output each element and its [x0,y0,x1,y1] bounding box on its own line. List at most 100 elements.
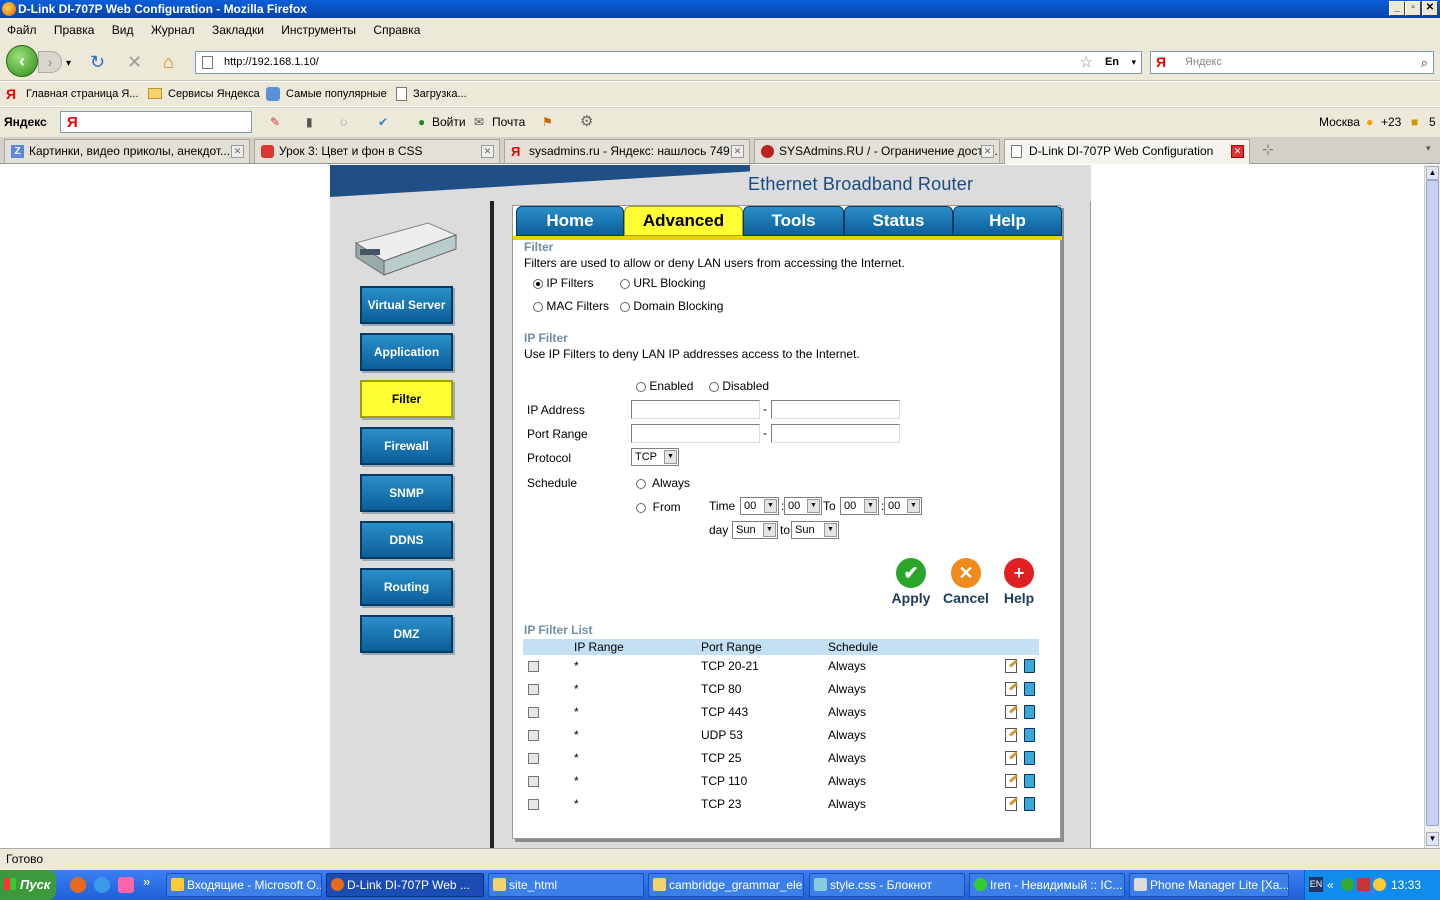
edit-icon[interactable] [1005,682,1017,696]
scroll-up-icon[interactable]: ▲ [1426,166,1439,180]
ip-filters-option[interactable]: IP Filters [533,276,593,290]
row-checkbox[interactable] [528,776,539,787]
domain-blocking-option[interactable]: Domain Blocking [620,299,723,313]
menu-view[interactable]: Вид [112,23,134,37]
edit-icon[interactable] [1005,659,1017,673]
menu-tools[interactable]: Инструменты [281,23,356,37]
search-engine-icon[interactable]: Я [1156,52,1166,73]
trash-icon[interactable] [1024,659,1035,673]
bookmark-star-icon[interactable]: ☆ [1080,52,1093,73]
taskbar-firefox[interactable]: D-Link DI-707P Web ... [326,873,484,897]
end-hour-select[interactable]: 00 ▼ [840,497,879,515]
from-radio[interactable] [636,502,646,513]
menu-file[interactable]: Файл [7,23,37,37]
spellcheck-icon[interactable]: ✔ [378,108,388,136]
port-end-input[interactable] [771,424,900,443]
ie-quicklaunch-icon[interactable] [94,877,110,893]
tab-help[interactable]: Help [953,206,1062,236]
bookmark-loading[interactable]: Загрузка... [413,82,467,106]
ip-filters-radio[interactable] [533,278,543,289]
tab-kartinki[interactable]: Z Картинки, видео приколы, анекдот... ✕ [4,139,250,163]
firefox-quicklaunch-icon[interactable] [70,877,86,893]
nav-routing[interactable]: Routing [360,568,453,606]
trash-icon[interactable] [1024,774,1035,788]
taskbar-outlook[interactable]: Входящие - Microsoft O... [166,873,322,897]
messenger-quicklaunch-icon[interactable] [118,877,134,893]
edit-icon[interactable] [1005,728,1017,742]
disabled-radio[interactable] [709,381,719,392]
disabled-option[interactable]: Disabled [709,379,769,393]
tab-sysadmins[interactable]: SYSAdmins.RU / - Ограничение досту... ✕ [754,139,1000,163]
trash-icon[interactable] [1024,728,1035,742]
protocol-select[interactable]: TCP ▼ [631,448,679,466]
cancel-button[interactable]: ✕ Cancel [941,558,991,606]
money-icon[interactable]: ⚑ [542,108,553,136]
enabled-radio[interactable] [636,381,646,392]
taskbar-notepad[interactable]: style.css - Блокнот [809,873,965,897]
nav-snmp[interactable]: SNMP [360,474,453,512]
tab-close-icon[interactable]: ✕ [481,145,494,158]
back-button[interactable]: ‹ [6,45,38,77]
mail-link[interactable]: Почта [492,108,525,136]
trash-icon[interactable] [1024,705,1035,719]
yandex-brand[interactable]: Яндекс [4,108,47,136]
menu-history[interactable]: Журнал [151,23,195,37]
signal-icon[interactable]: ▮ [306,108,313,136]
url-blocking-radio[interactable] [620,278,630,289]
taskbar-phone-manager[interactable]: Phone Manager Lite [Xa... [1129,873,1289,897]
url-blocking-option[interactable]: URL Blocking [620,276,706,290]
taskbar-cambridge[interactable]: cambridge_grammar_ele... [648,873,804,897]
reload-icon[interactable]: ↻ [90,52,105,72]
tab-status[interactable]: Status [844,206,953,236]
row-checkbox[interactable] [528,753,539,764]
start-button[interactable]: Пуск [0,870,56,900]
row-checkbox[interactable] [528,684,539,695]
end-day-select[interactable]: Sun ▼ [791,521,839,539]
language-badge[interactable]: En [1105,52,1119,73]
tab-dlink[interactable]: D-Link DI-707P Web Configuration ✕ [1004,139,1250,164]
minimize-button[interactable]: _ [1389,1,1405,16]
taskbar-site-html[interactable]: site_html [488,873,644,897]
stop-icon[interactable]: ✕ [127,52,142,72]
weather-city[interactable]: Москва [1319,108,1360,136]
new-tab-icon[interactable]: ⊹ [1262,141,1274,158]
tab-close-icon[interactable]: ✕ [731,145,744,158]
trash-icon[interactable] [1024,682,1035,696]
menu-help[interactable]: Справка [373,23,420,37]
apply-button[interactable]: ✔ Apply [891,558,931,606]
language-indicator[interactable]: EN [1309,877,1323,892]
taskbar-icq[interactable]: Iren - Невидимый :: IC... [969,873,1125,897]
comment-icon[interactable]: ◌ [340,108,347,136]
mac-filters-option[interactable]: MAC Filters [533,299,609,313]
bookmark-yandex-home[interactable]: Главная страница Я... [26,82,139,106]
start-hour-select[interactable]: 00 ▼ [740,497,779,515]
tab-tools[interactable]: Tools [743,206,844,236]
start-day-select[interactable]: Sun ▼ [732,521,778,539]
nav-firewall[interactable]: Firewall [360,427,453,465]
tray-expand-icon[interactable]: « [1327,870,1334,900]
always-option[interactable]: Always [636,476,690,490]
nav-virtual-server[interactable]: Virtual Server [360,286,453,324]
mac-filters-radio[interactable] [533,301,543,312]
tab-home[interactable]: Home [516,206,624,236]
edit-icon[interactable] [1005,797,1017,811]
url-bar[interactable]: http://192.168.1.10/ ☆ En ▾ [195,51,1142,74]
yandex-search-input[interactable]: Я [60,111,252,133]
edit-icon[interactable] [1005,705,1017,719]
tab-close-icon[interactable]: ✕ [1231,145,1244,158]
restore-button[interactable]: ▫ [1405,1,1421,16]
scroll-down-icon[interactable]: ▼ [1426,832,1439,846]
edit-icon[interactable] [1005,751,1017,765]
calculator-tray-icon[interactable] [1357,878,1370,891]
enabled-option[interactable]: Enabled [636,379,693,393]
close-button[interactable]: ✕ [1422,1,1438,16]
tab-advanced[interactable]: Advanced [624,206,743,236]
network-tray-icon[interactable] [1341,878,1354,891]
from-option[interactable]: From [636,500,681,514]
nav-dmz[interactable]: DMZ [360,615,453,653]
start-minute-select[interactable]: 00 ▼ [784,497,822,515]
ip-end-input[interactable] [771,400,900,419]
tab-list-icon[interactable]: ▾ [1426,143,1431,154]
nav-filter[interactable]: Filter [360,380,453,418]
trash-icon[interactable] [1024,751,1035,765]
